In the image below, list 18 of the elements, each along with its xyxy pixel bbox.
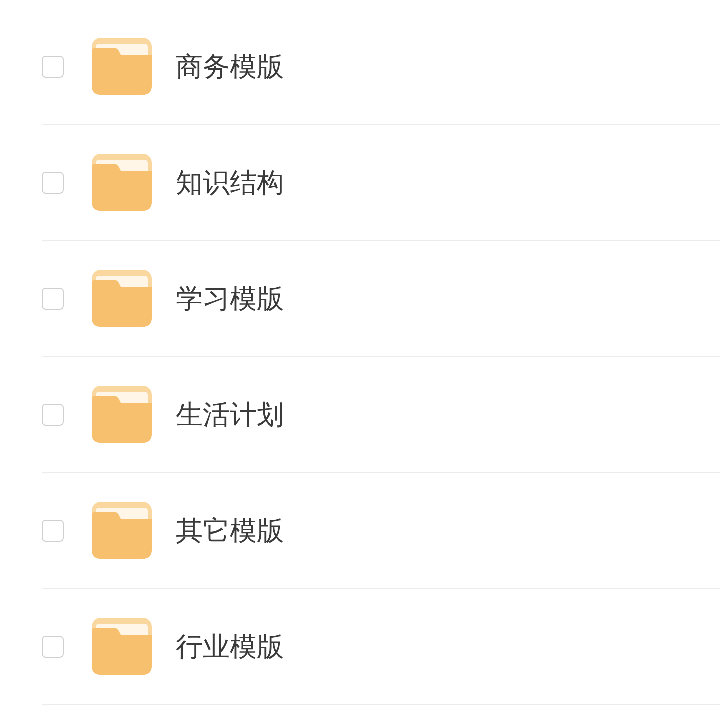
folder-name: 生活计划 [176,398,284,432]
checkbox[interactable] [42,172,64,194]
checkbox[interactable] [42,636,64,658]
folder-icon [92,38,152,95]
folder-icon [92,270,152,327]
folder-name: 其它模版 [176,514,284,548]
checkbox[interactable] [42,288,64,310]
checkbox[interactable] [42,56,64,78]
folder-name: 行业模版 [176,630,284,664]
folder-name: 商务模版 [176,50,284,84]
folder-icon [92,154,152,211]
checkbox[interactable] [42,404,64,426]
folder-icon [92,618,152,675]
checkbox[interactable] [42,520,64,542]
folder-name: 知识结构 [176,166,284,200]
folder-name: 学习模版 [176,282,284,316]
folder-icon [92,386,152,443]
folder-icon [92,502,152,559]
